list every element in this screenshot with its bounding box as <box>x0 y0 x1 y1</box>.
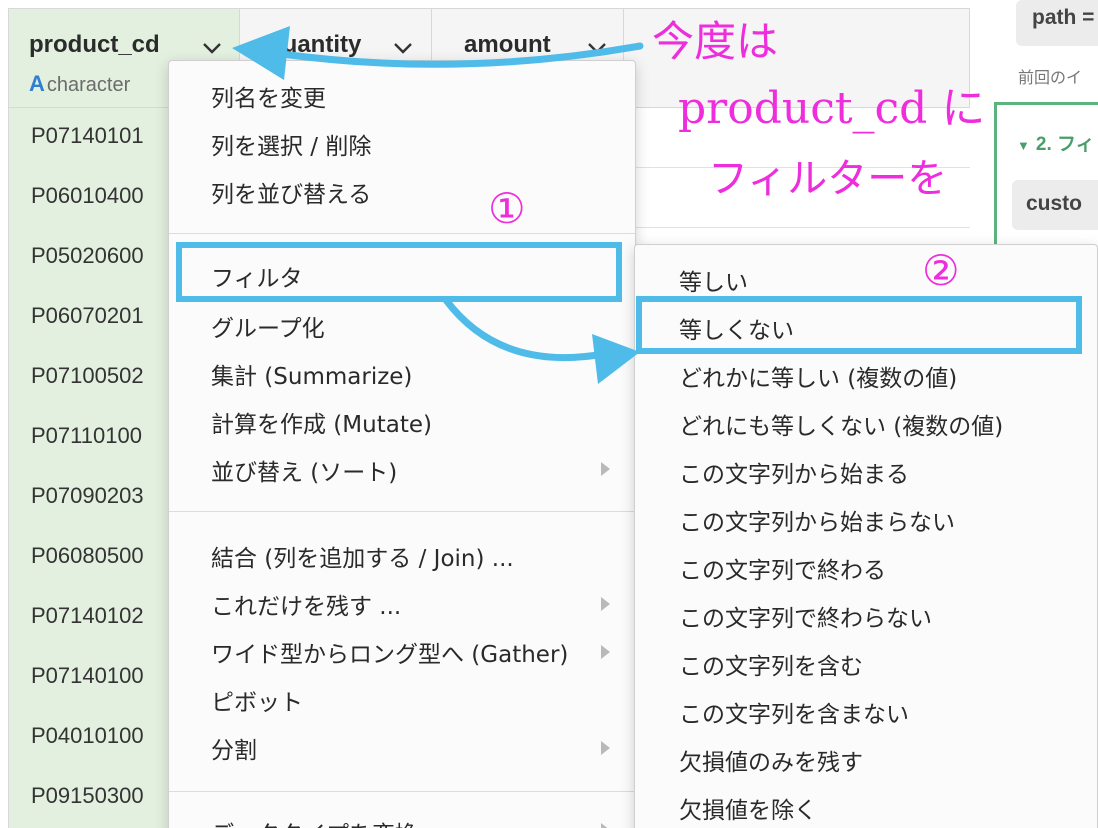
menu-item-reorder-columns[interactable]: 列を並び替える <box>211 175 371 209</box>
menu-item-mutate[interactable]: 計算を作成 (Mutate) <box>211 405 432 439</box>
submenu-arrow-icon <box>601 462 610 476</box>
column-context-menu: 列名を変更 列を選択 / 削除 列を並び替える フィルタ グループ化 集計 (S… <box>168 60 636 828</box>
column-type-label: character <box>46 74 131 96</box>
column-title: quantity <box>268 31 362 58</box>
submenu-item-not-starts-with[interactable]: この文字列から始まらない <box>679 503 955 537</box>
menu-item-pivot[interactable]: ピボット <box>211 683 303 717</box>
menu-item-keep-only[interactable]: これだけを残す ... <box>211 587 401 621</box>
step-number-2: ② <box>922 246 960 295</box>
custom-code-box[interactable]: custo <box>1012 180 1098 230</box>
menu-item-split[interactable]: 分割 <box>211 731 257 765</box>
submenu-arrow-icon <box>601 823 610 828</box>
chevron-down-icon[interactable] <box>392 37 414 59</box>
submenu-arrow-icon <box>601 741 610 755</box>
submenu-item-remove-na[interactable]: 欠損値を除く <box>679 791 817 825</box>
character-type-icon: A <box>29 71 45 96</box>
submenu-item-not-contains[interactable]: この文字列を含まない <box>679 695 909 729</box>
submenu-item-not-ends-with[interactable]: この文字列で終わらない <box>679 599 932 633</box>
submenu-item-starts-with[interactable]: この文字列から始まる <box>679 455 909 489</box>
path-code-box[interactable]: path = <box>1016 0 1098 46</box>
submenu-item-equal-any[interactable]: どれかに等しい (複数の値) <box>679 359 957 393</box>
column-type: Acharacter <box>29 71 130 97</box>
annotation-text-line3: フィルターを <box>708 156 948 202</box>
submenu-arrow-icon <box>601 597 610 611</box>
highlight-filter-item <box>176 242 622 302</box>
highlight-not-equal-item <box>636 296 1082 354</box>
annotation-text-line2: product_cd に <box>678 83 986 134</box>
step-number-1: ① <box>488 184 526 233</box>
menu-separator <box>169 791 635 792</box>
menu-item-summarize[interactable]: 集計 (Summarize) <box>211 357 412 391</box>
annotation-text-line1: 今度は <box>652 17 779 66</box>
submenu-item-contains[interactable]: この文字列を含む <box>679 647 863 681</box>
menu-item-sort[interactable]: 並び替え (ソート) <box>211 453 397 487</box>
menu-item-gather[interactable]: ワイド型からロング型へ (Gather) <box>211 635 568 669</box>
menu-item-join[interactable]: 結合 (列を追加する / Join) ... <box>211 539 514 573</box>
submenu-item-not-equal-any[interactable]: どれにも等しくない (複数の値) <box>679 407 1003 441</box>
menu-item-convert-type[interactable]: データタイプを変換 <box>211 815 418 828</box>
column-title: product_cd <box>29 31 160 58</box>
menu-item-group-by[interactable]: グループ化 <box>211 309 325 343</box>
menu-item-select-columns[interactable]: 列を選択 / 削除 <box>211 127 371 161</box>
triangle-down-icon: ▼ <box>1017 138 1030 153</box>
submenu-item-equal[interactable]: 等しい <box>679 263 748 297</box>
submenu-item-keep-na[interactable]: 欠損値のみを残す <box>679 743 863 777</box>
chevron-down-icon[interactable] <box>586 37 608 59</box>
previous-step-note: 前回のイ <box>1018 68 1083 87</box>
submenu-item-ends-with[interactable]: この文字列で終わる <box>679 551 886 585</box>
menu-item-rename[interactable]: 列名を変更 <box>211 79 326 113</box>
menu-separator <box>169 233 635 234</box>
submenu-arrow-icon <box>601 645 610 659</box>
menu-separator <box>169 511 635 512</box>
column-title: amount <box>464 31 551 58</box>
step-title[interactable]: ▼ 2. フィ <box>1017 129 1095 156</box>
chevron-down-icon[interactable] <box>201 37 223 59</box>
